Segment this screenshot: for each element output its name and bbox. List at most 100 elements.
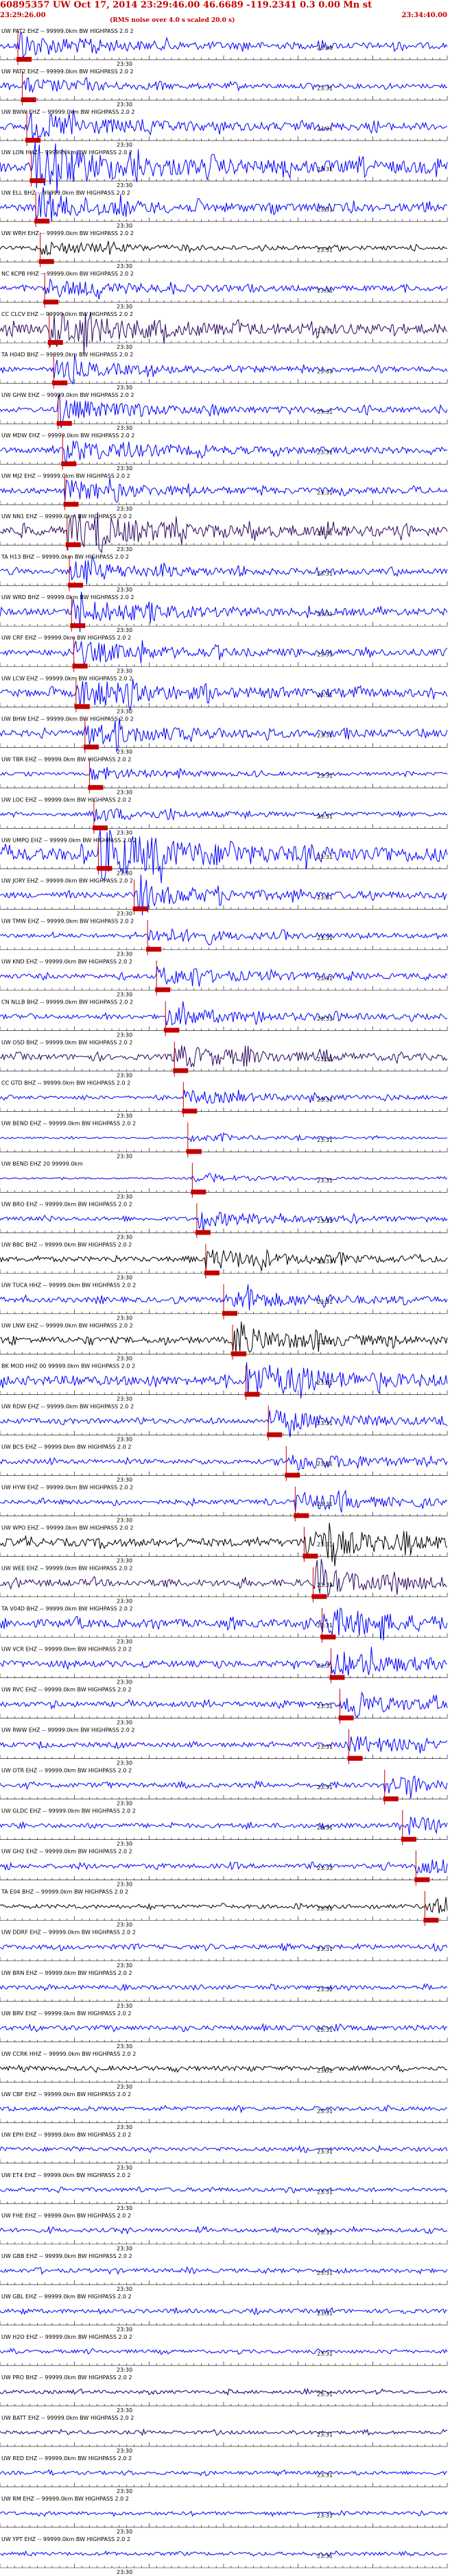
time-label: 23:31 [317,1906,333,1912]
trace-row: CC CLCV EHZ -- 99999.0km BW HIGHPASS 2.0… [0,311,448,354]
time-label: 23:30 [117,829,132,836]
pick-marker [132,906,148,912]
station-label: UW BEND EHZ -- 99999.0km BW HIGHPASS 2.0… [1,1120,136,1126]
station-label: UW BHW EHZ -- 99999.0km BW HIGHPASS 2.0 … [1,716,134,722]
time-label: 23:30 [117,1234,132,1240]
time-label: 23:30 [117,870,132,876]
pick-marker [63,502,79,507]
station-label: CC GTD BHZ -- 99999.0km BW HIGHPASS 2.0 … [1,1080,130,1086]
pick-marker [29,178,45,184]
trace-row: UW YPT EHZ -- 99999.0km BW HIGHPASS 2.0 … [0,2536,448,2575]
trace-row: UW WPO EHZ -- 99999.0km BW HIGHPASS 2.0 … [0,1522,448,1566]
time-label: 23:31 [317,1339,333,1346]
time-label: 23:31 [317,247,333,254]
station-label: BK MOD HHZ 00 99999.0km BW HIGHPASS 2.0 … [1,1363,135,1370]
time-label: 23:30 [117,1477,132,1483]
station-label: UW OSD BHZ -- 99999.0km BW HIGHPASS 2.0 … [1,1039,132,1045]
pick-marker [34,219,50,224]
time-label: 23:30 [117,182,132,189]
pick-marker [329,1675,345,1680]
trace-row: UW BRO EHZ -- 99999.0km BW HIGHPASS 2.0 … [0,1201,448,1240]
station-label: UW CRF EHZ -- 99999.0km BW HIGHPASS 2.0 … [1,635,131,641]
pick-marker [47,340,63,345]
trace-row: UW OTR EHZ -- 99999.0km BW HIGHPASS 2.0 … [0,1768,448,1807]
waveform [0,1089,448,1104]
waveform [0,2144,448,2153]
trace-row: UW ELL BHZ -- 99999.0km BW HIGHPASS 2.0 … [0,187,448,229]
time-label: 23:31 [317,167,333,173]
trace-row: UW PAT2 EHZ -- 99999.0km BW HIGHPASS 2.0… [0,28,448,67]
time-label: 23:30 [117,61,132,67]
time-label: 23:31 [317,1056,333,1062]
time-label: 23:31 [317,733,333,739]
trace-row: UW H2O EHZ -- 99999.0km BW HIGHPASS 2.0 … [0,2334,448,2373]
time-label: 23:30 [117,1801,132,1807]
time-label: 23:31 [317,1744,333,1750]
time-label: 23:30 [117,991,132,997]
time-label: 23:31 [317,2553,333,2559]
time-label: 23:30 [117,1882,132,1888]
pick-marker [21,97,36,103]
pick-marker [56,421,72,426]
pick-marker [338,1715,354,1721]
station-label: UW H2O EHZ -- 99999.0km BW HIGHPASS 2.0 … [1,2334,132,2340]
station-label: UW GHW EHZ -- 99999.0km BW HIGHPASS 2.0 … [1,392,134,398]
station-label: UW RWW EHZ -- 99999.0km BW HIGHPASS 2.0 … [1,1727,134,1734]
waveform [0,1490,448,1513]
station-label: CN NLLB BHZ -- 99999.0km BW HIGHPASS 2.0… [1,999,133,1005]
trace-row: UW OSD BHZ -- 99999.0km BW HIGHPASS 2.0 … [0,1039,448,1078]
pick-marker [70,623,86,629]
pick-marker [285,1472,300,1478]
time-label: 23:31 [317,773,333,779]
station-label: UW BWW EHZ -- 99999.0km BW HIGHPASS 2.0 … [1,109,134,115]
time-label: 23:30 [117,385,132,391]
station-label: UW WEE EHZ -- 99999.0km BW HIGHPASS 2.0 … [1,1566,132,1572]
time-label: 23:31 [317,1299,333,1305]
time-label: 23:30 [117,587,132,593]
trace-row: CC GTD BHZ -- 99999.0km BW HIGHPASS 2.0 … [0,1080,448,1119]
trace-row: UW GBB EHZ -- 99999.0km BW HIGHPASS 2.0 … [0,2253,448,2292]
time-label: 23:30 [117,2124,132,2130]
trace-row: UW TUCA HHZ -- 99999.0km BW HIGHPASS 2.0… [0,1282,448,1322]
trace-row: UW TMW EHZ -- 99999.0km BW HIGHPASS 2.0 … [0,918,448,957]
station-label: UW LOC EHZ -- 99999.0km BW HIGHPASS 2.0 … [1,797,131,803]
time-label: 23:31 [317,1946,333,1952]
waveform [0,2469,448,2477]
time-label: 23:30 [117,263,132,269]
waveform [0,478,448,503]
pick-marker [68,583,84,588]
pick-marker [222,1311,237,1316]
time-label: 23:31 [317,2148,333,2154]
trace-row: TA V04D BHZ -- 99999.0km BW HIGHPASS 2.0… [0,1606,448,1645]
time-label: 23:30 [117,101,132,108]
trace-row: UW BATT EHZ -- 99999.0km BW HIGHPASS 2.0… [0,2415,448,2454]
waveform [0,1173,448,1183]
time-label: 23:30 [117,223,132,229]
waveform [0,1897,448,1914]
station-label: UW BCS EHZ -- 99999.0km BW HIGHPASS 2.0 … [1,1444,131,1450]
pick-marker [294,1513,309,1518]
trace-row: UW LOC EHZ -- 99999.0km BW HIGHPASS 2.0 … [0,797,448,836]
waveform [0,32,448,59]
waveform [0,1455,448,1471]
waveform [0,2225,448,2235]
trace-row: UW EPH EHZ -- 99999.0km BW HIGHPASS 2.0 … [0,2132,448,2171]
time-label: 23:31 [317,1461,333,1467]
time-label: 23:31 [317,935,333,941]
time-label: 23:31 [317,1380,333,1386]
pick-marker [164,1028,180,1033]
trace-row: UW CBF EHZ -- 99999.0km BW HIGHPASS 2.0 … [0,2091,448,2130]
station-label: UW PAT2 EHZ -- 99999.0km BW HIGHPASS 2.0… [1,69,134,75]
time-label: 23:30 [117,1193,132,1200]
waveform [0,1559,448,1598]
pick-marker [320,1634,336,1640]
time-label: 23:30 [117,2326,132,2333]
time-label: 23:30 [117,2084,132,2090]
trace-row: UW WEE EHZ -- 99999.0km BW HIGHPASS 2.0 … [0,1559,448,1605]
time-label: 23:31 [317,2067,333,2074]
trace-row: UW LON HHZ -- 99999.0km BW HIGHPASS 2.0 … [0,142,448,193]
time-label: 23:31 [317,1259,333,1265]
pick-marker [191,1189,206,1195]
trace-row: TA E04 BHZ -- 99999.0km BW HIGHPASS 2.0 … [0,1889,448,1928]
trace-row: UW UMPQ EHZ -- 99999.0km BW HIGHPASS 2.0… [0,829,448,884]
